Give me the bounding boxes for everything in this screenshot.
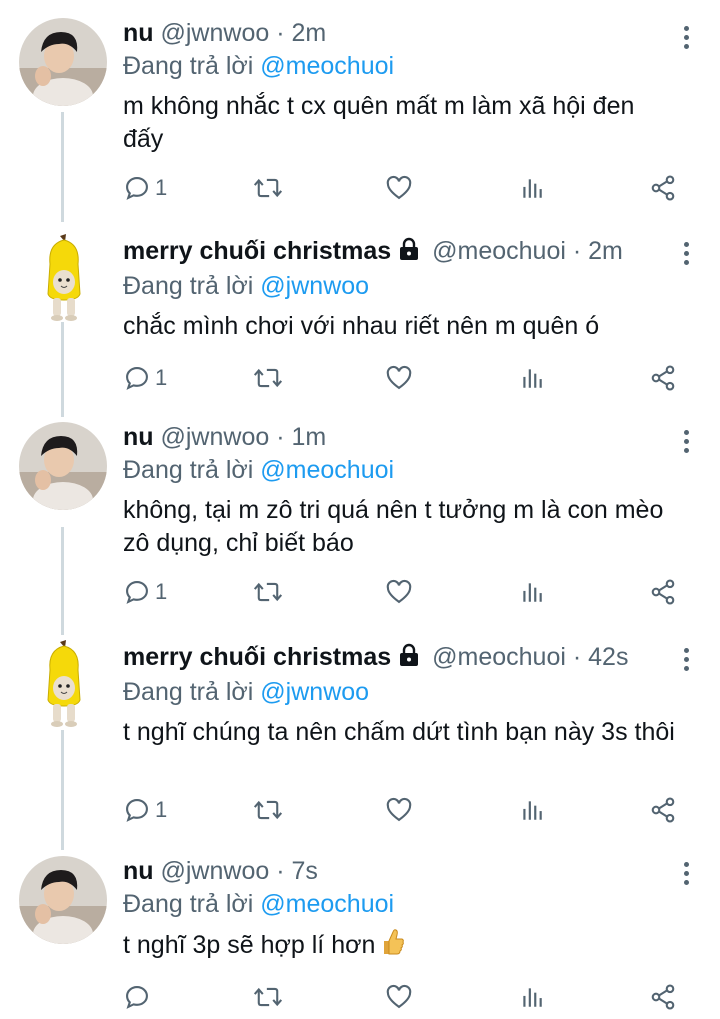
reply-icon[interactable]: 1 bbox=[123, 796, 167, 824]
avatar[interactable] bbox=[19, 422, 107, 510]
display-name[interactable]: nu bbox=[123, 857, 154, 885]
views-icon[interactable] bbox=[519, 364, 545, 392]
reply-prefix: Đang trả lời bbox=[123, 890, 254, 918]
tweet-text: không, tại m zô tri quá nên t tưởng m là… bbox=[123, 496, 664, 557]
tweet-text: t nghĩ 3p sẽ hợp lí hơn bbox=[123, 928, 680, 965]
heart-icon[interactable] bbox=[385, 796, 413, 824]
retweet-icon[interactable] bbox=[253, 364, 283, 392]
more-icon[interactable] bbox=[676, 862, 696, 888]
avatar[interactable] bbox=[19, 18, 107, 106]
retweet-icon[interactable] bbox=[253, 983, 283, 1011]
share-icon[interactable] bbox=[649, 174, 677, 202]
lock-icon bbox=[397, 643, 421, 674]
timestamp[interactable]: 1m bbox=[292, 423, 327, 451]
handle[interactable]: @jwnwoo bbox=[161, 857, 270, 885]
tweet-text: chắc mình chơi với nhau riết nên m quên … bbox=[123, 312, 600, 340]
more-icon[interactable] bbox=[676, 430, 696, 456]
more-icon[interactable] bbox=[676, 242, 696, 268]
avatar[interactable] bbox=[19, 856, 107, 944]
mention-link[interactable]: @meochuoi bbox=[260, 52, 394, 80]
reply-icon[interactable] bbox=[123, 983, 155, 1011]
tweet[interactable]: nu @jwnwoo · 7s Đang trả lời @meochuoi t… bbox=[0, 856, 720, 1019]
share-icon[interactable] bbox=[649, 364, 677, 392]
heart-icon[interactable] bbox=[385, 174, 413, 202]
avatar[interactable] bbox=[40, 234, 88, 324]
heart-icon[interactable] bbox=[385, 364, 413, 392]
tweet-text-body: t nghĩ 3p sẽ hợp lí hơn bbox=[123, 931, 376, 959]
views-icon[interactable] bbox=[519, 983, 545, 1011]
heart-icon[interactable] bbox=[385, 578, 413, 606]
action-bar: 1 bbox=[123, 364, 683, 394]
tweet[interactable]: nu @jwnwoo · 2m Đang trả lời @meochuoi m… bbox=[0, 18, 720, 218]
separator: · bbox=[276, 19, 285, 47]
retweet-icon[interactable] bbox=[253, 578, 283, 606]
handle[interactable]: @meochuoi bbox=[432, 643, 566, 671]
handle[interactable]: @meochuoi bbox=[432, 237, 566, 265]
action-bar: 1 bbox=[123, 174, 683, 204]
display-name[interactable]: nu bbox=[123, 19, 154, 47]
reply-icon[interactable]: 1 bbox=[123, 578, 167, 606]
timestamp[interactable]: 2m bbox=[588, 237, 623, 265]
reply-icon[interactable]: 1 bbox=[123, 364, 167, 392]
mention-link[interactable]: @jwnwoo bbox=[260, 678, 369, 706]
timestamp[interactable]: 2m bbox=[292, 19, 327, 47]
timestamp[interactable]: 42s bbox=[588, 643, 628, 671]
separator: · bbox=[276, 423, 285, 451]
timestamp[interactable]: 7s bbox=[292, 857, 318, 885]
replying-to: Đang trả lời @meochuoi bbox=[123, 51, 680, 81]
share-icon[interactable] bbox=[649, 578, 677, 606]
share-icon[interactable] bbox=[649, 796, 677, 824]
replying-to: Đang trả lời @meochuoi bbox=[123, 889, 680, 919]
reply-count: 1 bbox=[155, 365, 168, 390]
display-name[interactable]: merry chuối christmas bbox=[123, 643, 391, 671]
mention-link[interactable]: @meochuoi bbox=[260, 890, 394, 918]
avatar[interactable] bbox=[40, 640, 88, 730]
display-name[interactable]: nu bbox=[123, 423, 154, 451]
reply-prefix: Đang trả lời bbox=[123, 272, 254, 300]
views-icon[interactable] bbox=[519, 796, 545, 824]
more-icon[interactable] bbox=[676, 648, 696, 674]
more-icon[interactable] bbox=[676, 26, 696, 52]
mention-link[interactable]: @jwnwoo bbox=[260, 272, 369, 300]
action-bar bbox=[123, 983, 683, 1013]
handle[interactable]: @jwnwoo bbox=[161, 19, 270, 47]
separator: · bbox=[572, 237, 582, 265]
tweet[interactable]: nu @jwnwoo · 1m Đang trả lời @meochuoi k… bbox=[0, 422, 720, 622]
lock-icon bbox=[397, 237, 421, 268]
replying-to: Đang trả lời @meochuoi bbox=[123, 455, 680, 485]
action-bar: 1 bbox=[123, 796, 683, 826]
replying-to: Đang trả lời @jwnwoo bbox=[123, 271, 680, 301]
mention-link[interactable]: @meochuoi bbox=[260, 456, 394, 484]
reply-count: 1 bbox=[155, 175, 168, 200]
replying-to: Đang trả lời @jwnwoo bbox=[123, 677, 680, 707]
retweet-icon[interactable] bbox=[253, 174, 283, 202]
handle[interactable]: @jwnwoo bbox=[161, 423, 270, 451]
heart-icon[interactable] bbox=[385, 983, 413, 1011]
views-icon[interactable] bbox=[519, 578, 545, 606]
reply-prefix: Đang trả lời bbox=[123, 52, 254, 80]
tweet-text: t nghĩ chúng ta nên chấm dứt tình bạn nà… bbox=[123, 718, 675, 746]
tweet[interactable]: merry chuối christmas @meochuoi · 42s Đa… bbox=[0, 640, 720, 842]
retweet-icon[interactable] bbox=[253, 796, 283, 824]
reply-prefix: Đang trả lời bbox=[123, 456, 254, 484]
reply-icon[interactable]: 1 bbox=[123, 174, 167, 202]
reply-count: 1 bbox=[155, 797, 168, 822]
reply-prefix: Đang trả lời bbox=[123, 678, 254, 706]
separator: · bbox=[276, 857, 285, 885]
reply-count: 1 bbox=[155, 579, 168, 604]
display-name[interactable]: merry chuối christmas bbox=[123, 237, 391, 265]
share-icon[interactable] bbox=[649, 983, 677, 1011]
separator: · bbox=[572, 643, 582, 671]
action-bar: 1 bbox=[123, 578, 683, 608]
thumbs-up-emoji bbox=[381, 928, 405, 965]
tweet[interactable]: merry chuối christmas @meochuoi · 2m Đan… bbox=[0, 234, 720, 406]
views-icon[interactable] bbox=[519, 174, 545, 202]
tweet-text: m không nhắc t cx quên mất m làm xã hội … bbox=[123, 92, 635, 153]
